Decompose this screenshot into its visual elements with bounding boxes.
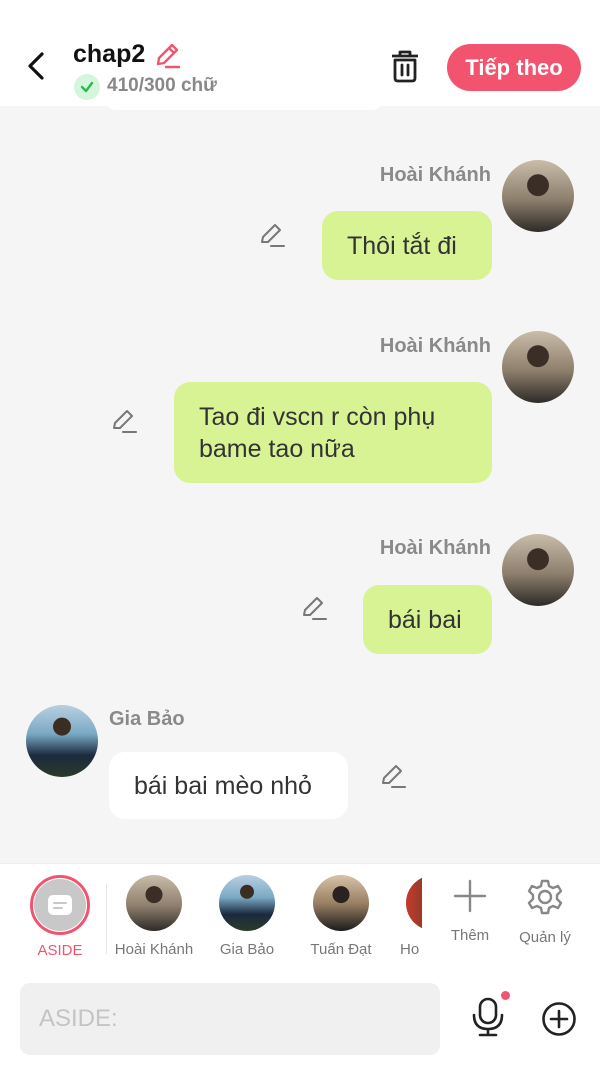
previous-message-edge (104, 98, 384, 110)
character-name: Tuấn Đạt (310, 941, 372, 958)
character-name: Hoài Khánh (114, 941, 194, 958)
avatar[interactable] (502, 160, 574, 232)
manage-button[interactable]: Quản lý (510, 878, 580, 946)
avatar[interactable] (502, 331, 574, 403)
add-character-button[interactable]: Thêm (435, 878, 505, 944)
sender-name: Hoài Khánh (379, 537, 491, 559)
character-name: Gia Bảo (219, 941, 275, 958)
message-bubble[interactable]: bái bai mèo nhỏ (109, 752, 348, 819)
avatar[interactable] (26, 705, 98, 777)
back-arrow-icon[interactable] (22, 50, 52, 82)
sender-name: Hoài Khánh (379, 335, 491, 357)
sender-name: Hoài Khánh (379, 164, 491, 186)
mic-icon[interactable] (470, 997, 506, 1037)
divider (106, 884, 107, 954)
notes-icon (48, 895, 72, 915)
aside-label: ASIDE (37, 942, 83, 959)
top-bar: chap2 410/300 chữ Tiếp theo (0, 0, 600, 106)
character-item[interactable]: Gia Bảo (197, 875, 297, 958)
add-label: Thêm (450, 927, 490, 944)
plus-circle-icon[interactable] (541, 1001, 577, 1037)
word-count: 410/300 chữ (107, 75, 217, 96)
character-item[interactable]: Ho (384, 875, 422, 958)
avatar (219, 875, 275, 931)
pencil-icon[interactable] (152, 40, 182, 70)
character-item[interactable]: Tuấn Đạt (291, 875, 391, 958)
composer (0, 971, 600, 1067)
avatar (313, 875, 369, 931)
avatar[interactable] (502, 534, 574, 606)
character-item[interactable]: Hoài Khánh (108, 875, 204, 958)
character-name: Ho (400, 941, 420, 958)
plus-icon (453, 879, 487, 913)
manage-label: Quản lý (519, 929, 571, 946)
message-text-line: bame tao nữa (199, 434, 355, 463)
pencil-icon[interactable] (110, 407, 138, 435)
message-bubble[interactable]: Thôi tắt đi (322, 211, 492, 280)
trash-icon[interactable] (388, 48, 422, 84)
avatar (126, 875, 182, 931)
message-input[interactable] (20, 983, 440, 1055)
pencil-icon[interactable] (258, 221, 286, 249)
next-button[interactable]: Tiếp theo (447, 44, 581, 91)
message-bubble[interactable]: Tao đi vscn r còn phụ bame tao nữa (174, 382, 492, 483)
gear-icon (527, 879, 563, 915)
notification-dot (501, 991, 510, 1000)
pencil-icon[interactable] (300, 594, 328, 622)
check-icon (74, 74, 100, 100)
character-selector: ASIDE Hoài Khánh Gia Bảo Tuấn Đạt Ho Thê… (0, 863, 600, 971)
message-bubble[interactable]: bái bai (363, 585, 492, 654)
message-text-line: Tao đi vscn r còn phụ (199, 402, 436, 431)
avatar (406, 875, 422, 931)
aside-button[interactable] (30, 875, 90, 935)
sender-name: Gia Bảo (109, 708, 185, 730)
aside-avatar (34, 879, 86, 931)
pencil-icon[interactable] (379, 762, 407, 790)
chapter-title: chap2 (73, 40, 146, 68)
character-list: Hoài Khánh Gia Bảo Tuấn Đạt Ho (108, 864, 422, 972)
